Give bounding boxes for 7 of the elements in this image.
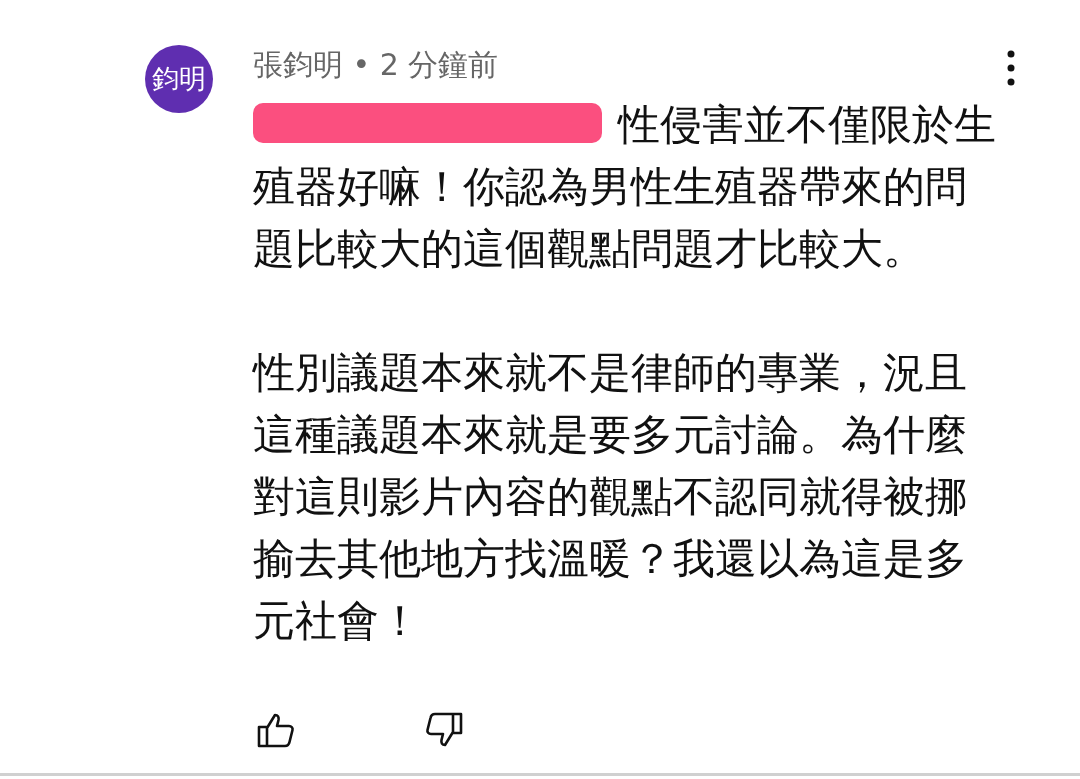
more-options-icon[interactable]: [1006, 50, 1016, 86]
comment-text: 性侵害並不僅限於生殖器好嘛！你認為男性生殖器帶來的問題比較大的這個觀點問題才比較大。: [253, 100, 997, 273]
thumbs-down-icon[interactable]: [425, 712, 463, 748]
comment-header: 張鈞明 • 2 分鐘前: [253, 50, 500, 80]
thumbs-up-icon[interactable]: [257, 712, 295, 748]
comment-text: 性別議題本來就不是律師的專業，況且這種議題本來就是要多元討論。為什麼對這則影片內容的觀點不認同就得被挪揄去其他地方找溫暖？我還以為這是多元社會！: [253, 347, 968, 647]
avatar[interactable]: 鈞明: [145, 45, 213, 113]
